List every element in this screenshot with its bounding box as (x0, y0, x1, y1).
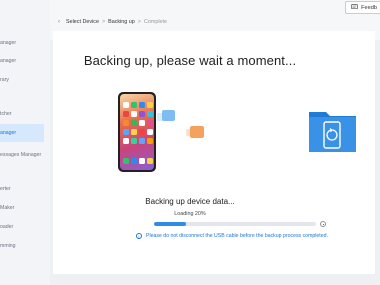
sidebar-item-switcher[interactable]: tcher (0, 108, 50, 120)
breadcrumb-complete: Complete (143, 19, 168, 25)
sidebar-item-phone-manager[interactable]: anager (0, 37, 50, 49)
sidebar: anager anager rary tcher anager essages … (0, 0, 50, 285)
backup-progress-bar (154, 222, 316, 226)
sidebar-item-downloader[interactable]: oader (0, 221, 50, 233)
breadcrumb-backing-up: Backing up (108, 19, 135, 25)
page-title: Backing up, please wait a moment... (83, 53, 297, 68)
breadcrumb-separator: > (101, 19, 106, 25)
sidebar-item-converter[interactable]: erter (0, 183, 50, 195)
feedback-label: Feedb (361, 4, 377, 11)
sidebar-item-library[interactable]: rary (0, 74, 50, 86)
sidebar-item-programming[interactable]: mming (0, 240, 50, 252)
progress-fill (154, 222, 187, 226)
loading-percentage: Loading 20% (174, 211, 206, 217)
backup-status-text: Backing up device data... (145, 197, 235, 206)
sidebar-item-messages-manager[interactable]: essages Manager (0, 149, 50, 161)
connector-icon (162, 110, 175, 121)
feedback-button[interactable]: Feedb (345, 1, 380, 14)
backup-folder-icon (306, 108, 359, 154)
usb-notice-text: Please do not disconnect the USB cable b… (146, 233, 328, 239)
connector-icon (190, 126, 204, 138)
usb-notice: i Please do not disconnect the USB cable… (136, 232, 328, 240)
breadcrumb-separator: > (137, 19, 141, 25)
phone-illustration (118, 92, 156, 172)
stop-button[interactable] (320, 221, 326, 227)
breadcrumb-select-device[interactable]: Select Device (66, 19, 99, 25)
phone-screen (120, 94, 154, 170)
sidebar-item-backup-manager[interactable]: anager (0, 124, 44, 142)
message-icon (351, 3, 358, 12)
breadcrumb: ‹ Select Device > Backing up > Complete (58, 18, 167, 26)
info-icon: i (136, 233, 142, 239)
chevron-left-icon[interactable]: ‹ (58, 19, 60, 25)
